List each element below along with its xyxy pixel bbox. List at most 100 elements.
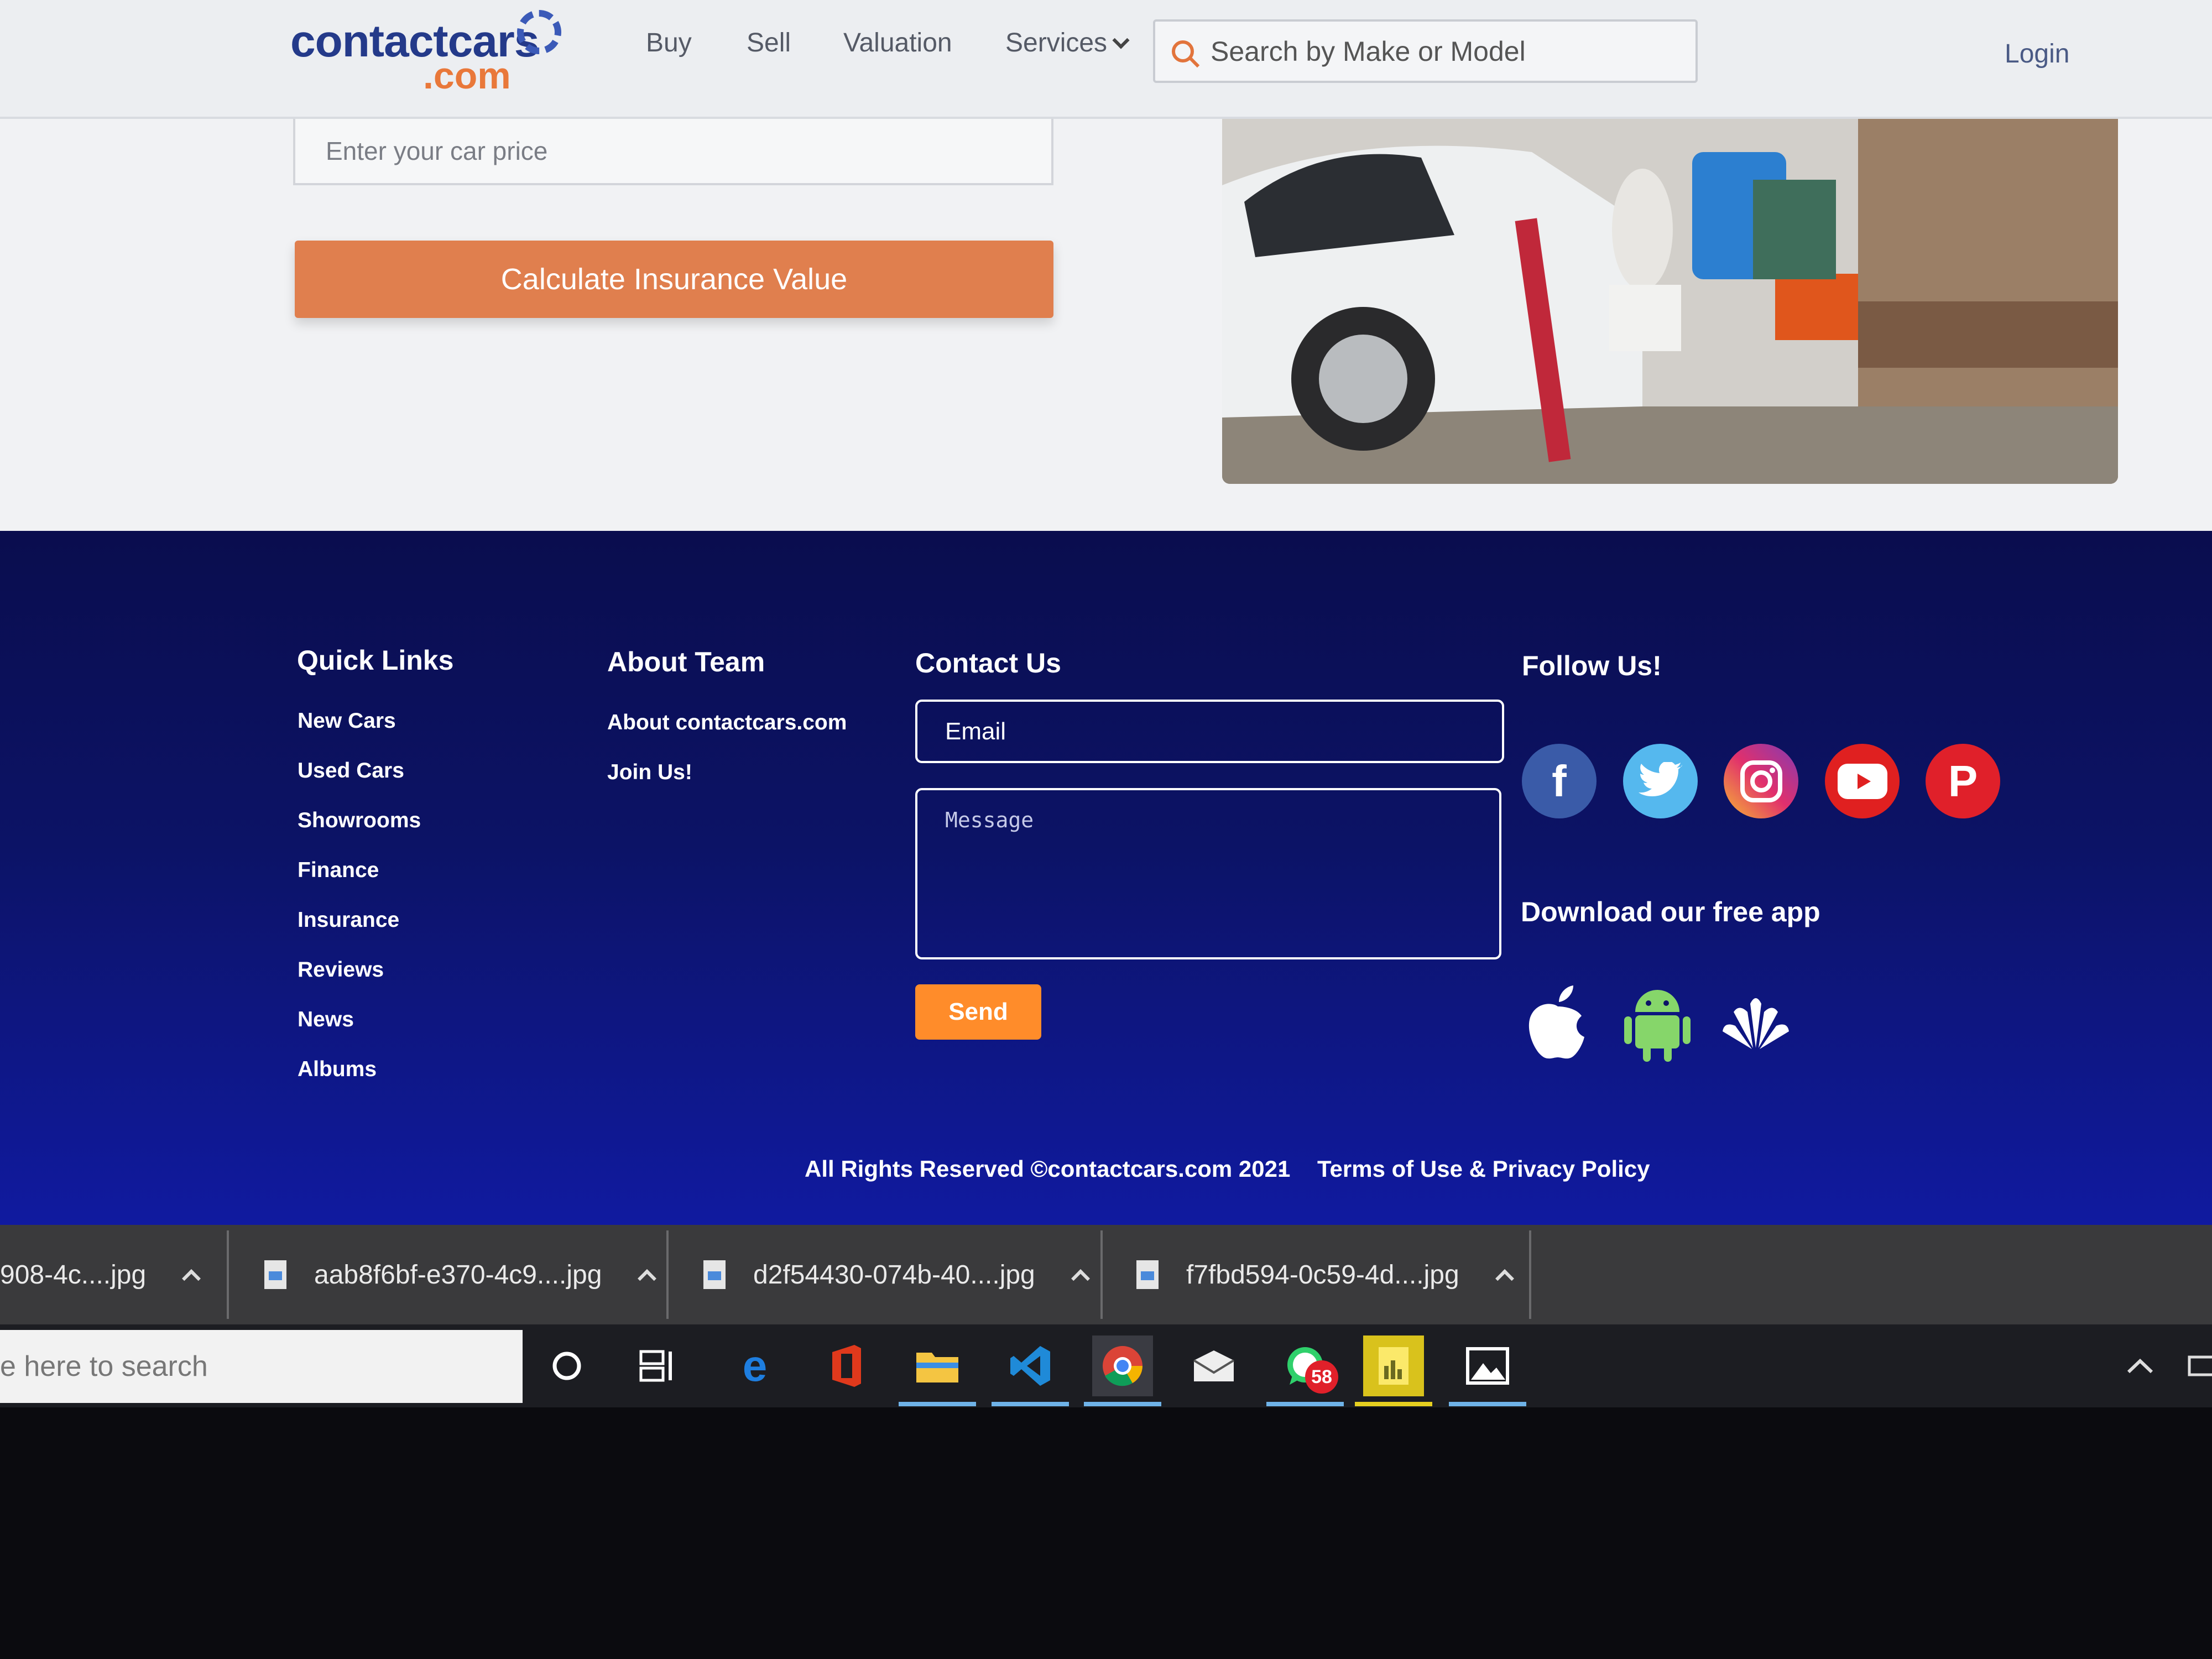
youtube-icon[interactable]	[1825, 744, 1900, 818]
tray-caret-shape	[2127, 1358, 2153, 1374]
pinterest-icon[interactable]: P	[1926, 744, 2000, 818]
search-icon	[1172, 40, 1194, 62]
apple-logo-shape	[1528, 985, 1584, 1059]
terms-privacy-link[interactable]: Terms of Use & Privacy Policy	[1317, 1156, 1650, 1182]
active-app-indicator	[1266, 1402, 1344, 1406]
huawei-petals-shape	[1723, 998, 1789, 1049]
footer-link-albums[interactable]: Albums	[298, 1057, 377, 1082]
nav-buy[interactable]: Buy	[646, 28, 692, 58]
image-file-icon	[1136, 1260, 1159, 1289]
search-placeholder: Search by Make or Model	[1211, 35, 1526, 67]
download-divider	[1100, 1230, 1103, 1319]
twitter-bird-shape	[1638, 761, 1682, 796]
taskbar-search-box[interactable]: e here to search	[0, 1330, 523, 1403]
about-team-title: About Team	[607, 646, 765, 677]
vscode-icon[interactable]	[992, 1335, 1069, 1406]
image-file-icon	[703, 1260, 726, 1289]
cortana-icon[interactable]	[536, 1335, 597, 1396]
task-view-icon[interactable]	[628, 1335, 688, 1396]
logo-mark-icon	[517, 10, 561, 54]
login-link[interactable]: Login	[2005, 39, 2069, 69]
active-app-indicator	[899, 1402, 976, 1406]
tray-box-shape	[2188, 1355, 2212, 1376]
mail-icon[interactable]	[1183, 1335, 1244, 1396]
logo-domain-text: .com	[423, 55, 511, 97]
taskbar-search-text: e here to search	[0, 1350, 208, 1383]
message-field[interactable]: Message	[915, 788, 1501, 959]
calculate-insurance-button[interactable]: Calculate Insurance Value	[295, 241, 1053, 318]
chrome-icon[interactable]	[1084, 1335, 1161, 1406]
footer-link-news[interactable]: News	[298, 1008, 354, 1032]
footer-link-showrooms[interactable]: Showrooms	[298, 808, 421, 833]
download-item[interactable]: aab8f6bf-e370-4c9....jpg	[264, 1225, 657, 1324]
footer-link-new-cars[interactable]: New Cars	[298, 709, 396, 733]
car-price-input[interactable]: Enter your car price	[293, 119, 1053, 185]
contact-us-title: Contact Us	[915, 648, 1061, 679]
copyright-text: All Rights Reserved ©contactcars.com 202…	[805, 1156, 1291, 1182]
office-logo-shape	[832, 1345, 861, 1387]
email-field[interactable]: Email	[915, 700, 1504, 763]
nav-valuation[interactable]: Valuation	[843, 28, 952, 58]
chevron-down-icon	[1112, 31, 1130, 49]
notification-tray-icon[interactable]	[2173, 1335, 2212, 1396]
chevron-up-icon[interactable]	[638, 1269, 657, 1288]
android-icon[interactable]	[1621, 982, 1693, 1065]
download-item[interactable]: d2f54430-074b-40....jpg	[703, 1225, 1090, 1324]
footer-link-insurance[interactable]: Insurance	[298, 908, 399, 932]
browser-screen: contactcars .com Buy Sell Valuation Serv…	[0, 0, 2212, 1407]
notes-app-icon[interactable]	[1355, 1335, 1432, 1406]
download-item[interactable]: f7fbd594-0c59-4d....jpg	[1136, 1225, 1514, 1324]
android-robot-shape	[1624, 990, 1691, 1062]
footer-separator: -	[1279, 1156, 1286, 1182]
twitter-icon[interactable]	[1623, 744, 1698, 818]
follow-us-title: Follow Us!	[1522, 650, 1662, 681]
site-footer: Quick Links New Cars Used Cars Showrooms…	[0, 531, 2212, 1228]
footer-link-used-cars[interactable]: Used Cars	[298, 759, 404, 783]
cortana-ring-shape	[552, 1352, 581, 1380]
huawei-icon[interactable]	[1720, 982, 1792, 1065]
whatsapp-icon[interactable]: 58	[1266, 1335, 1344, 1406]
download-filename: d2f54430-074b-40....jpg	[753, 1260, 1035, 1290]
office-icon[interactable]	[816, 1335, 877, 1396]
download-divider	[1529, 1230, 1531, 1319]
download-divider	[227, 1230, 229, 1319]
download-app-title: Download our free app	[1521, 896, 1820, 927]
apple-icon[interactable]	[1522, 982, 1594, 1065]
youtube-play-shape	[1837, 763, 1887, 799]
quick-links-title: Quick Links	[297, 645, 454, 676]
download-filename: f7fbd594-0c59-4d....jpg	[1186, 1260, 1459, 1290]
footer-link-reviews[interactable]: Reviews	[298, 958, 384, 982]
task-view-shape	[639, 1350, 672, 1382]
nav-services-label: Services	[1005, 28, 1108, 58]
windows-taskbar: e here to search e 58	[0, 1324, 2212, 1407]
folder-shape	[916, 1353, 958, 1383]
image-file-icon	[264, 1260, 286, 1289]
footer-link-join-us[interactable]: Join Us!	[607, 760, 692, 785]
site-header: contactcars .com Buy Sell Valuation Serv…	[0, 0, 2212, 119]
footer-link-about[interactable]: About contactcars.com	[607, 711, 847, 735]
car-photo-illustration	[1222, 119, 2118, 484]
envelope-shape	[1193, 1350, 1235, 1381]
photo-frame-shape	[1466, 1347, 1509, 1385]
download-item[interactable]: 908-4c....jpg	[0, 1225, 201, 1324]
footer-link-finance[interactable]: Finance	[298, 858, 379, 883]
chevron-up-icon[interactable]	[182, 1269, 201, 1288]
chrome-logo-shape	[1103, 1346, 1142, 1386]
whatsapp-notification-badge: 58	[1305, 1360, 1338, 1394]
nav-services[interactable]: Services	[1005, 28, 1130, 58]
photos-icon[interactable]	[1449, 1335, 1526, 1406]
download-divider	[666, 1230, 669, 1319]
search-input[interactable]: Search by Make or Model	[1153, 19, 1698, 83]
instagram-icon[interactable]	[1724, 744, 1798, 818]
insurance-section: Enter your car price Calculate Insurance…	[0, 119, 2212, 539]
nav-sell[interactable]: Sell	[747, 28, 791, 58]
contactcars-logo[interactable]: contactcars .com	[290, 10, 561, 97]
send-button[interactable]: Send	[915, 984, 1041, 1040]
edge-icon[interactable]: e	[724, 1335, 785, 1396]
chevron-up-icon[interactable]	[1495, 1269, 1514, 1288]
chevron-up-icon[interactable]	[1071, 1269, 1090, 1288]
chevron-up-icon[interactable]	[2110, 1335, 2171, 1396]
file-explorer-icon[interactable]	[899, 1335, 976, 1406]
facebook-icon[interactable]: f	[1522, 744, 1597, 818]
active-app-indicator	[1084, 1402, 1161, 1406]
